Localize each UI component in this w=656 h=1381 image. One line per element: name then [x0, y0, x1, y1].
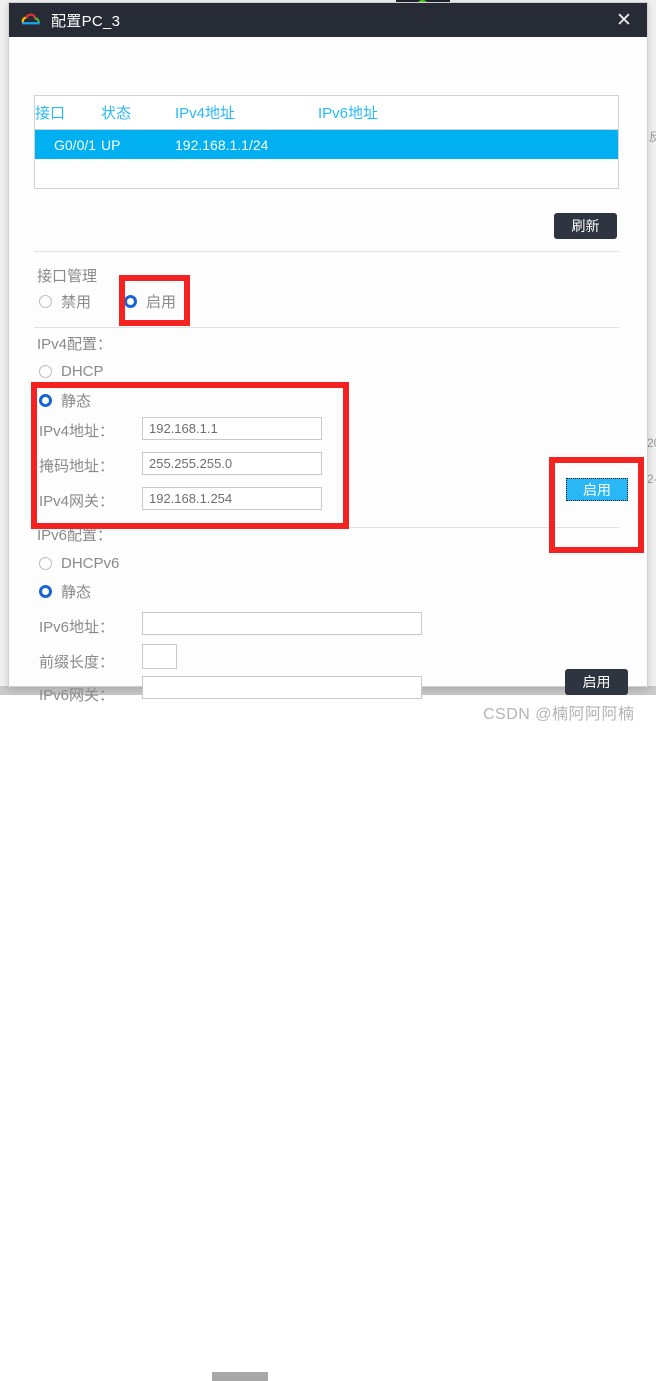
section-divider	[34, 251, 619, 252]
ipv4-config-label: IPv4配置：	[37, 336, 113, 353]
radio-label: 静态	[61, 584, 92, 601]
ipv4-mask-input[interactable]	[142, 452, 322, 475]
radio-label: DHCPv6	[61, 555, 120, 572]
section-divider	[34, 527, 619, 528]
radio-icon	[39, 585, 52, 598]
ipv6-prefix-length-label: 前缀长度：	[39, 654, 115, 671]
ipv4-mask-label: 掩码地址：	[39, 458, 115, 475]
column-header-interface: 接口	[35, 105, 66, 122]
radio-ipv4-dhcp[interactable]: DHCP	[39, 363, 104, 380]
section-divider	[34, 327, 619, 328]
ipv6-prefix-length-input[interactable]	[142, 644, 177, 669]
column-header-state: 状态	[101, 105, 132, 122]
radio-label: 禁用	[61, 294, 92, 311]
interface-management-label: 接口管理	[37, 268, 98, 285]
watermark: CSDN @楠阿阿阿楠	[483, 706, 635, 723]
background-text-fragment: 2-	[647, 472, 656, 486]
background-text-fragment: 反	[649, 130, 656, 144]
radio-ipv6-dhcpv6[interactable]: DHCPv6	[39, 555, 119, 572]
table-header: 接口 状态 IPv4地址 IPv6地址	[35, 96, 618, 130]
interface-table: 接口 状态 IPv4地址 IPv6地址 G0/0/1 UP 192.168.1.…	[34, 95, 619, 189]
radio-interface-disable[interactable]: 禁用	[39, 291, 91, 312]
dialog-title-bar: 配置PC_3 ✕	[9, 3, 647, 37]
table-row-empty[interactable]	[35, 159, 618, 188]
radio-icon	[39, 295, 52, 308]
ipv4-gateway-input[interactable]	[142, 487, 322, 510]
column-header-ipv4: IPv4地址	[175, 105, 236, 122]
close-icon[interactable]: ✕	[611, 7, 637, 33]
dialog-title: 配置PC_3	[51, 12, 121, 30]
ipv4-gateway-label: IPv4网关：	[39, 493, 115, 510]
radio-ipv6-static[interactable]: 静态	[39, 581, 91, 602]
cell-interface: G0/0/1	[54, 136, 97, 153]
ipv6-address-input[interactable]	[142, 612, 422, 635]
background-taskbar-item	[212, 1372, 268, 1381]
configure-pc-dialog: 配置PC_3 ✕ 接口 状态 IPv4地址 IPv6地址 G0/0/1 UP 1…	[8, 2, 648, 723]
radio-icon	[124, 295, 137, 308]
radio-icon	[39, 557, 52, 570]
cell-ipv4: 192.168.1.1/24	[175, 136, 269, 153]
radio-label: 静态	[61, 393, 92, 410]
ipv4-address-label: IPv4地址：	[39, 423, 115, 440]
cell-state: UP	[101, 136, 121, 153]
radio-label: DHCP	[61, 363, 104, 380]
radio-icon	[39, 365, 52, 378]
apply-ipv6-button[interactable]: 启用	[565, 669, 628, 695]
radio-interface-enable[interactable]: 启用	[124, 291, 176, 312]
cloud-icon	[21, 13, 40, 25]
dialog-body: 接口 状态 IPv4地址 IPv6地址 G0/0/1 UP 192.168.1.…	[9, 37, 647, 723]
ipv4-address-input[interactable]	[142, 417, 322, 440]
refresh-button[interactable]: 刷新	[554, 213, 617, 239]
annotation-box-apply-ipv4	[549, 457, 644, 553]
table-row[interactable]: G0/0/1 UP 192.168.1.1/24	[35, 130, 618, 159]
ipv6-address-label: IPv6地址：	[39, 619, 115, 636]
ipv6-gateway-input[interactable]	[142, 676, 422, 699]
radio-label: 启用	[146, 294, 177, 311]
apply-ipv4-button[interactable]: 启用	[566, 478, 628, 501]
radio-ipv4-static[interactable]: 静态	[39, 390, 91, 411]
radio-icon	[39, 394, 52, 407]
ipv6-config-label: IPv6配置：	[37, 527, 113, 544]
background-text-fragment: 20	[647, 436, 656, 450]
column-header-ipv6: IPv6地址	[318, 105, 379, 122]
